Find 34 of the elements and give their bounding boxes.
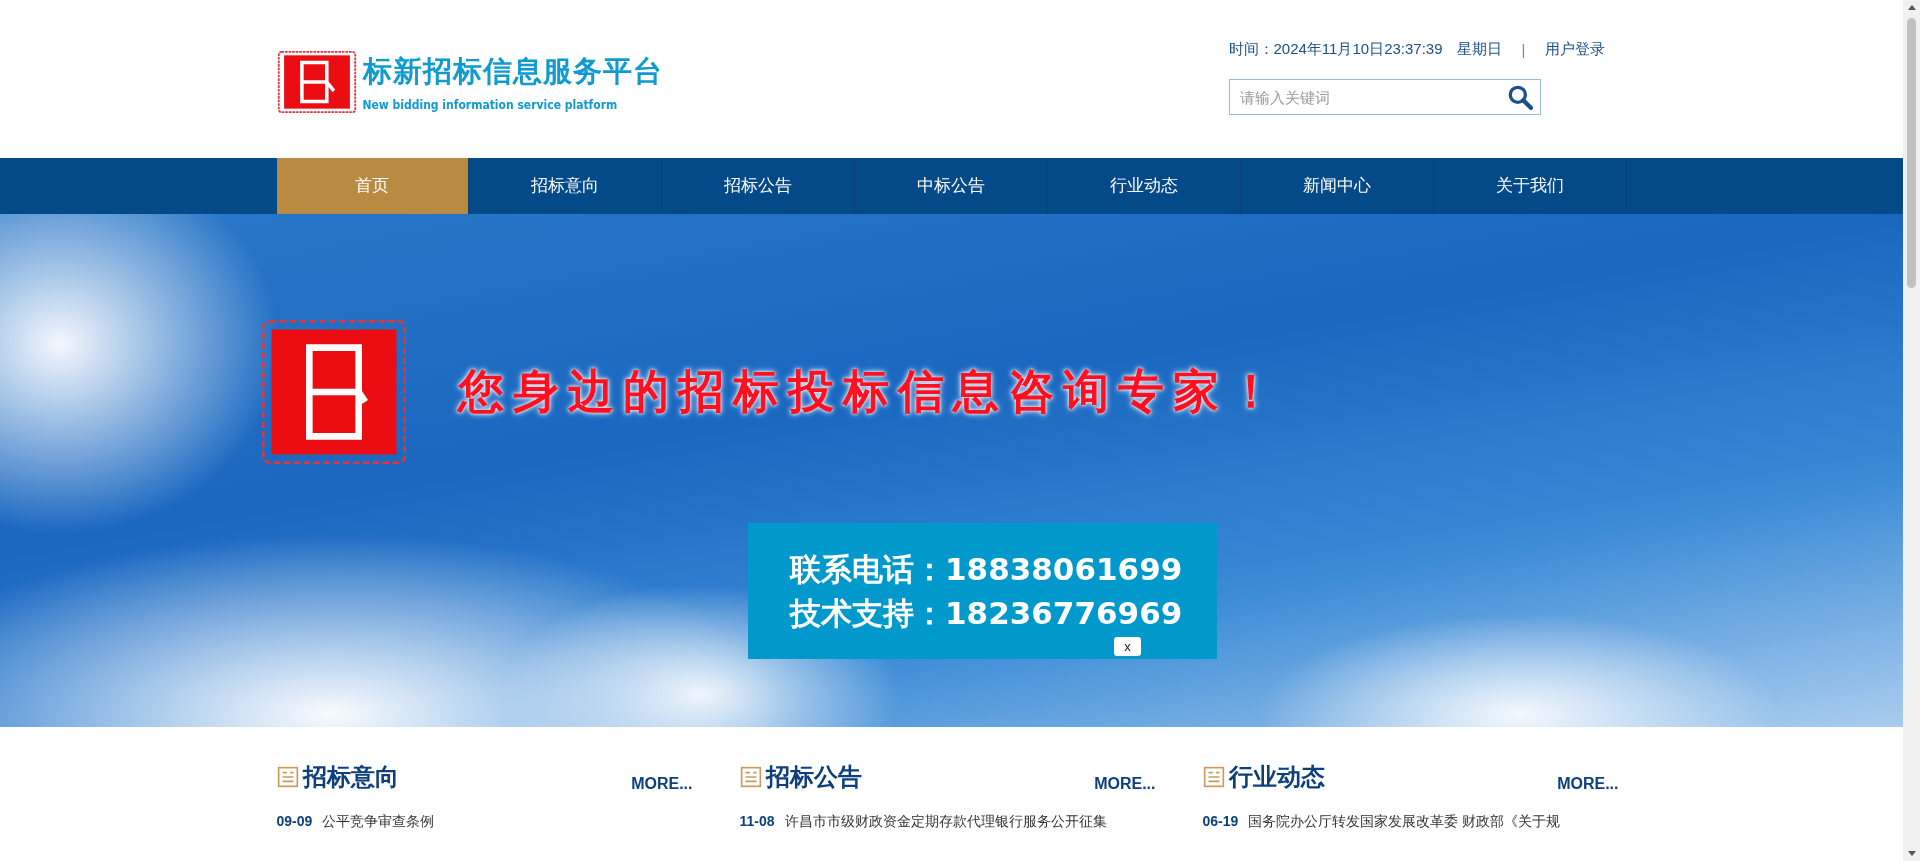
document-icon	[739, 766, 762, 788]
news-link[interactable]: 许昌市市级财政资金定期存款代理银行服务公开征集	[784, 813, 1107, 831]
search-field[interactable]: 请输入关键词	[1228, 79, 1541, 115]
search-icon[interactable]	[1506, 84, 1533, 110]
news-date: 06-19	[1202, 813, 1239, 831]
separator: |	[1521, 41, 1526, 58]
news-link[interactable]: 国务院办公厅转发国家发展改革委 财政部《关于规	[1248, 813, 1561, 831]
weekday-text: 星期日	[1456, 40, 1502, 59]
nav-tab[interactable]: 招标意向	[469, 158, 663, 214]
datetime-text: 时间：2024年11月10日23:37:39	[1228, 40, 1443, 59]
close-button[interactable]: x	[1114, 637, 1141, 656]
more-link[interactable]: MORE...	[1557, 775, 1619, 793]
nav-tab[interactable]: 中标公告	[855, 158, 1048, 214]
contact-text: 技术支持：18236776969	[790, 594, 1183, 633]
section-title: 招标公告	[765, 762, 862, 792]
nav-tab[interactable]: 新闻中心	[1240, 158, 1434, 214]
document-icon	[276, 766, 299, 788]
document-icon	[1202, 766, 1225, 788]
login-link[interactable]: 用户登录	[1545, 40, 1606, 59]
news-link[interactable]: 公平竞争审查条例	[322, 813, 435, 831]
more-link[interactable]: MORE...	[1094, 775, 1156, 793]
news-date: 11-08	[739, 813, 775, 831]
news-date: 09-09	[276, 813, 313, 831]
section-title: 行业动态	[1228, 762, 1325, 792]
site-subtitle: New bidding information service platform	[362, 98, 619, 112]
more-link[interactable]: MORE...	[631, 775, 693, 793]
contact-text: 联系电话：18838061699	[790, 550, 1183, 589]
scrollbar[interactable]	[1903, 0, 1920, 861]
nav-tab[interactable]: 招标公告	[662, 158, 856, 214]
section-title: 招标意向	[302, 762, 399, 792]
banner-slogan: 您身边的招标投标信息咨询专家！	[458, 363, 1283, 420]
site-title: 标新招标信息服务平台	[362, 53, 663, 90]
nav-tab[interactable]: 行业动态	[1047, 158, 1241, 214]
nav-tab[interactable]: 关于我们	[1433, 158, 1627, 214]
